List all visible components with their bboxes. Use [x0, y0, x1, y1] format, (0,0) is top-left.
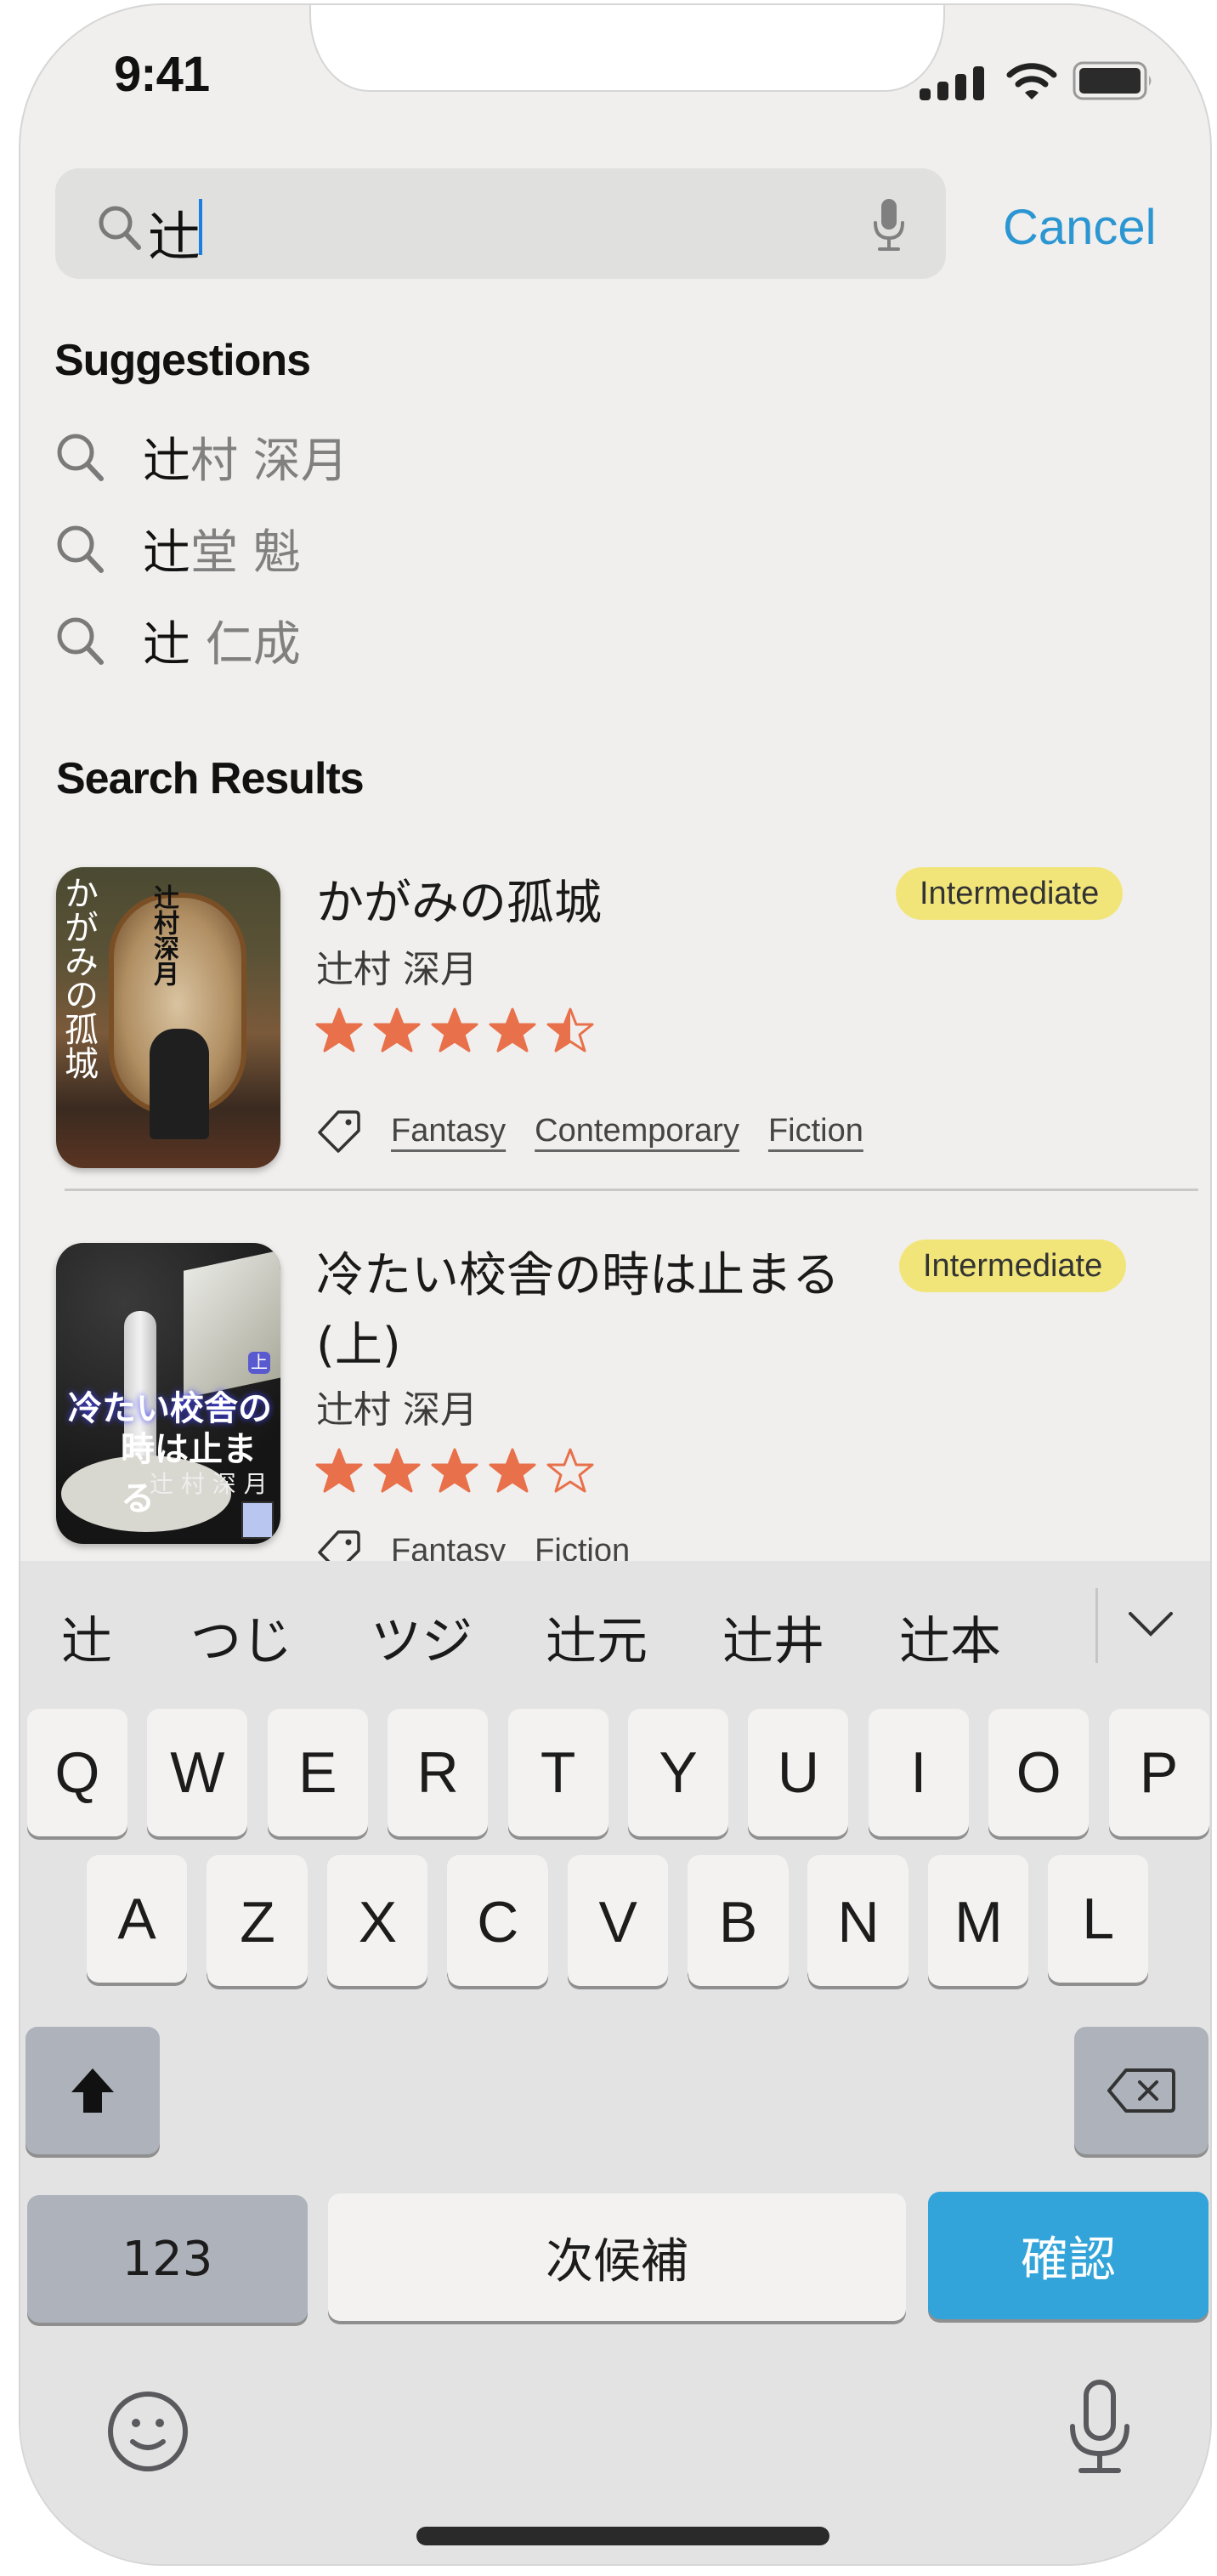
- cover-title: かがみの孤城: [59, 876, 98, 1080]
- status-time: 9:41: [114, 47, 210, 102]
- dictation-microphone-icon[interactable]: [1066, 2379, 1134, 2477]
- key-i[interactable]: I: [868, 1709, 969, 1836]
- magnifier-icon: [99, 206, 141, 250]
- star-filled-icon: [431, 1007, 478, 1053]
- level-badge: Intermediate: [899, 1240, 1127, 1292]
- key-z[interactable]: Z: [207, 1858, 308, 1986]
- return-key[interactable]: 確認: [928, 2192, 1209, 2319]
- suggestion-rest: 堂 魁: [190, 525, 301, 581]
- tag-link[interactable]: Contemporary: [535, 1113, 739, 1149]
- star-rating: [314, 1007, 595, 1054]
- space-key[interactable]: 次候補: [328, 2193, 906, 2321]
- key-r[interactable]: R: [388, 1709, 489, 1836]
- wifi-icon: [1006, 63, 1057, 99]
- tag-list: Fantasy Contemporary Fiction: [314, 1107, 863, 1155]
- search-results-heading: Search Results: [56, 754, 365, 803]
- battery-full-icon: [1073, 61, 1152, 100]
- cover-volume: 上: [248, 1352, 270, 1374]
- star-rating: [314, 1447, 595, 1495]
- suggestion-item[interactable]: 辻村 深月: [54, 418, 348, 495]
- star-empty-icon: [546, 1448, 594, 1493]
- candidate-separator: [1095, 1588, 1098, 1663]
- chevron-down-icon[interactable]: [1125, 1603, 1176, 1646]
- candidate[interactable]: 辻: [61, 1600, 112, 1674]
- key-c[interactable]: C: [447, 1858, 548, 1986]
- tag-icon: [318, 1110, 360, 1153]
- magnifier-icon: [57, 434, 104, 481]
- tag-link[interactable]: Fantasy: [391, 1113, 506, 1149]
- star-filled-icon: [489, 1007, 536, 1053]
- book-cover: かがみの孤城 辻村深月: [56, 867, 280, 1168]
- key-u[interactable]: U: [748, 1709, 849, 1836]
- key-l[interactable]: L: [1048, 1855, 1149, 1983]
- result-item[interactable]: 上 冷たい校舎の 時は止まる 辻 村 深 月 冷たい校舎の時は止まる(上) 辻村…: [20, 1229, 1210, 1573]
- book-author: 辻村 深月: [316, 948, 478, 991]
- shift-key[interactable]: [25, 2027, 160, 2154]
- star-filled-icon: [315, 1007, 363, 1053]
- book-author: 辻村 深月: [316, 1388, 478, 1432]
- key-w[interactable]: W: [147, 1709, 248, 1836]
- key-x[interactable]: X: [327, 1858, 428, 1986]
- candidate[interactable]: つじ: [190, 1600, 292, 1674]
- level-badge: Intermediate: [896, 867, 1124, 920]
- candidate[interactable]: 辻元: [546, 1600, 648, 1674]
- key-v[interactable]: V: [568, 1858, 669, 1986]
- microphone-icon[interactable]: [872, 197, 906, 253]
- emoji-icon[interactable]: [105, 2389, 190, 2474]
- key-n[interactable]: N: [808, 1858, 909, 1986]
- key-y[interactable]: Y: [628, 1709, 728, 1836]
- star-filled-icon: [431, 1448, 478, 1493]
- home-indicator: [416, 2527, 829, 2545]
- magnifier-icon: [57, 525, 104, 573]
- key-t[interactable]: T: [507, 1709, 608, 1836]
- backspace-key[interactable]: [1074, 2027, 1209, 2154]
- keyboard: 辻 つじ ツジ 辻元 辻井 辻本 QWERTYUIOP ASDFGHJKL ZX…: [20, 1561, 1210, 2564]
- book-title: かがみの孤城: [316, 876, 602, 931]
- tag-link[interactable]: Fiction: [768, 1113, 863, 1149]
- key-e[interactable]: E: [267, 1709, 368, 1836]
- numbers-key[interactable]: 123: [27, 2195, 308, 2323]
- cancel-button[interactable]: Cancel: [1003, 199, 1157, 256]
- magnifier-icon: [57, 617, 104, 665]
- key-a[interactable]: A: [87, 1855, 187, 1983]
- star-filled-icon: [489, 1448, 536, 1493]
- suggestion-rest: 村 深月: [190, 433, 348, 489]
- suggestion-item[interactable]: 辻堂 魁: [54, 510, 301, 587]
- candidate-bar: 辻 つじ ツジ 辻元 辻井 辻本: [20, 1561, 1210, 1702]
- star-filled-icon: [373, 1007, 421, 1053]
- candidate[interactable]: 辻井: [722, 1600, 824, 1674]
- book-cover: 上 冷たい校舎の 時は止まる 辻 村 深 月: [56, 1243, 280, 1544]
- suggestions-heading: Suggestions: [54, 336, 311, 385]
- candidate[interactable]: ツジ: [371, 1600, 473, 1674]
- star-filled-icon: [315, 1448, 363, 1493]
- key-b[interactable]: B: [688, 1858, 789, 1986]
- phone-screen: 9:41 辻 Cancel Suggestions 辻村 深月 辻堂 魁 辻 仁…: [19, 3, 1212, 2566]
- suggestion-rest: 仁成: [190, 616, 301, 672]
- key-o[interactable]: O: [988, 1709, 1090, 1836]
- suggestion-item[interactable]: 辻 仁成: [54, 602, 301, 678]
- search-query-text[interactable]: 辻: [148, 194, 201, 270]
- suggestion-match: 辻: [143, 433, 190, 489]
- result-divider: [65, 1189, 1198, 1191]
- suggestion-match: 辻: [143, 525, 190, 581]
- delete-icon: [1107, 2068, 1175, 2113]
- cellular-signal-icon: [920, 63, 984, 100]
- cover-author: 辻 村 深 月: [150, 1470, 268, 1498]
- text-caret: [199, 199, 202, 255]
- key-p[interactable]: P: [1108, 1709, 1209, 1836]
- notch: [309, 5, 945, 92]
- candidate[interactable]: 辻本: [899, 1600, 1001, 1674]
- key-m[interactable]: M: [928, 1858, 1029, 1986]
- suggestion-match: 辻: [143, 616, 190, 672]
- star-half-icon: [546, 1007, 594, 1053]
- star-filled-icon: [373, 1448, 421, 1493]
- book-title: 冷たい校舎の時は止まる(上): [316, 1248, 840, 1373]
- shift-arrow-icon: [71, 2068, 114, 2113]
- result-item[interactable]: かがみの孤城 辻村深月 かがみの孤城 辻村 深月 Intermediate Fa…: [20, 855, 1210, 1178]
- cover-author: 辻村深月: [149, 884, 178, 986]
- key-q[interactable]: Q: [27, 1709, 127, 1836]
